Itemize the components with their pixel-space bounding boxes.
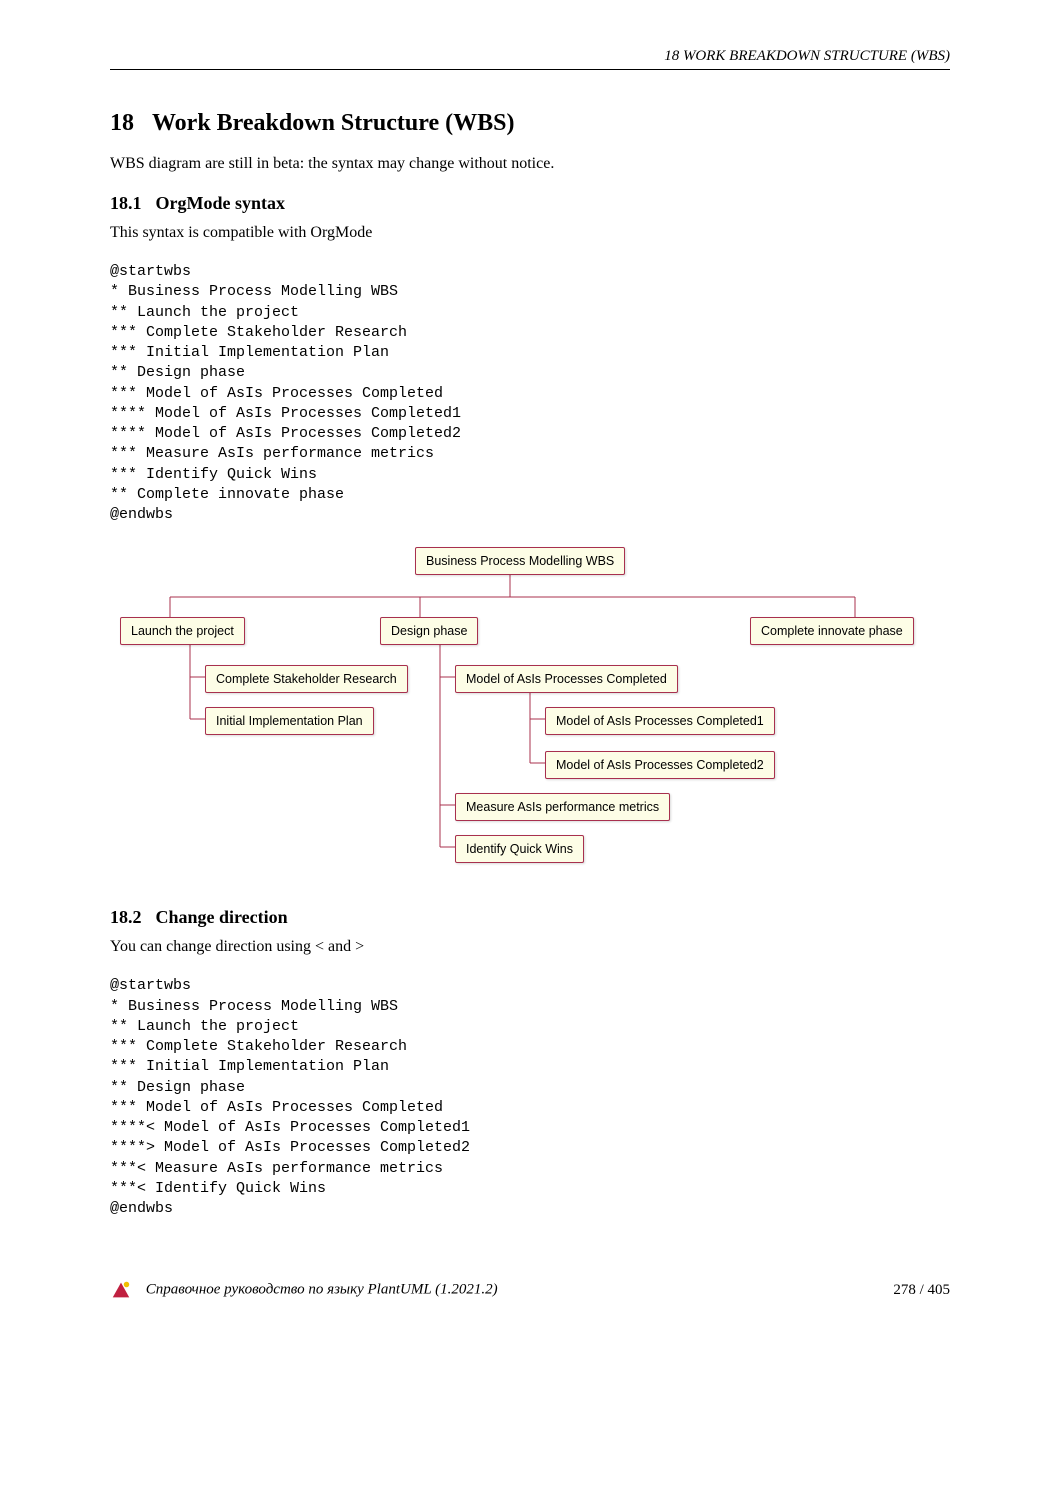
plantuml-logo-icon <box>110 1279 132 1301</box>
subsection-1-title: OrgMode syntax <box>156 193 286 213</box>
subsection-2-intro: You can change direction using < and > <box>110 938 950 956</box>
wbs-node-launch: Launch the project <box>120 617 245 645</box>
subsection-2-number: 18.2 <box>110 907 142 927</box>
wbs-node-stakeholder: Complete Stakeholder Research <box>205 665 408 693</box>
wbs-node-model2: Model of AsIs Processes Completed2 <box>545 751 775 779</box>
subsection-1-number: 18.1 <box>110 193 142 213</box>
section-number: 18 <box>110 110 134 136</box>
subsection-1-heading: 18.1 OrgMode syntax <box>110 193 950 214</box>
wbs-root-node: Business Process Modelling WBS <box>415 547 625 575</box>
section-intro: WBS diagram are still in beta: the synta… <box>110 155 950 173</box>
code-block-2: @startwbs * Business Process Modelling W… <box>110 976 950 1219</box>
page-number: 278 / 405 <box>893 1282 950 1299</box>
subsection-2-heading: 18.2 Change direction <box>110 907 950 928</box>
wbs-node-implementation: Initial Implementation Plan <box>205 707 374 735</box>
running-header: 18 WORK BREAKDOWN STRUCTURE (WBS) <box>110 48 950 70</box>
code-block-1: @startwbs * Business Process Modelling W… <box>110 262 950 525</box>
wbs-node-model1: Model of AsIs Processes Completed1 <box>545 707 775 735</box>
subsection-2-title: Change direction <box>156 907 288 927</box>
wbs-node-complete: Complete innovate phase <box>750 617 914 645</box>
section-title: Work Breakdown Structure (WBS) <box>152 110 514 136</box>
wbs-node-model: Model of AsIs Processes Completed <box>455 665 678 693</box>
wbs-node-design: Design phase <box>380 617 478 645</box>
wbs-node-wins: Identify Quick Wins <box>455 835 584 863</box>
footer-reference: Справочное руководство по языку PlantUML… <box>146 1282 498 1298</box>
page-footer: Справочное руководство по языку PlantUML… <box>110 1279 950 1301</box>
wbs-diagram: Business Process Modelling WBS Launch th… <box>110 547 950 877</box>
wbs-node-measure: Measure AsIs performance metrics <box>455 793 670 821</box>
section-heading: 18 Work Breakdown Structure (WBS) <box>110 110 950 137</box>
subsection-1-intro: This syntax is compatible with OrgMode <box>110 224 950 242</box>
